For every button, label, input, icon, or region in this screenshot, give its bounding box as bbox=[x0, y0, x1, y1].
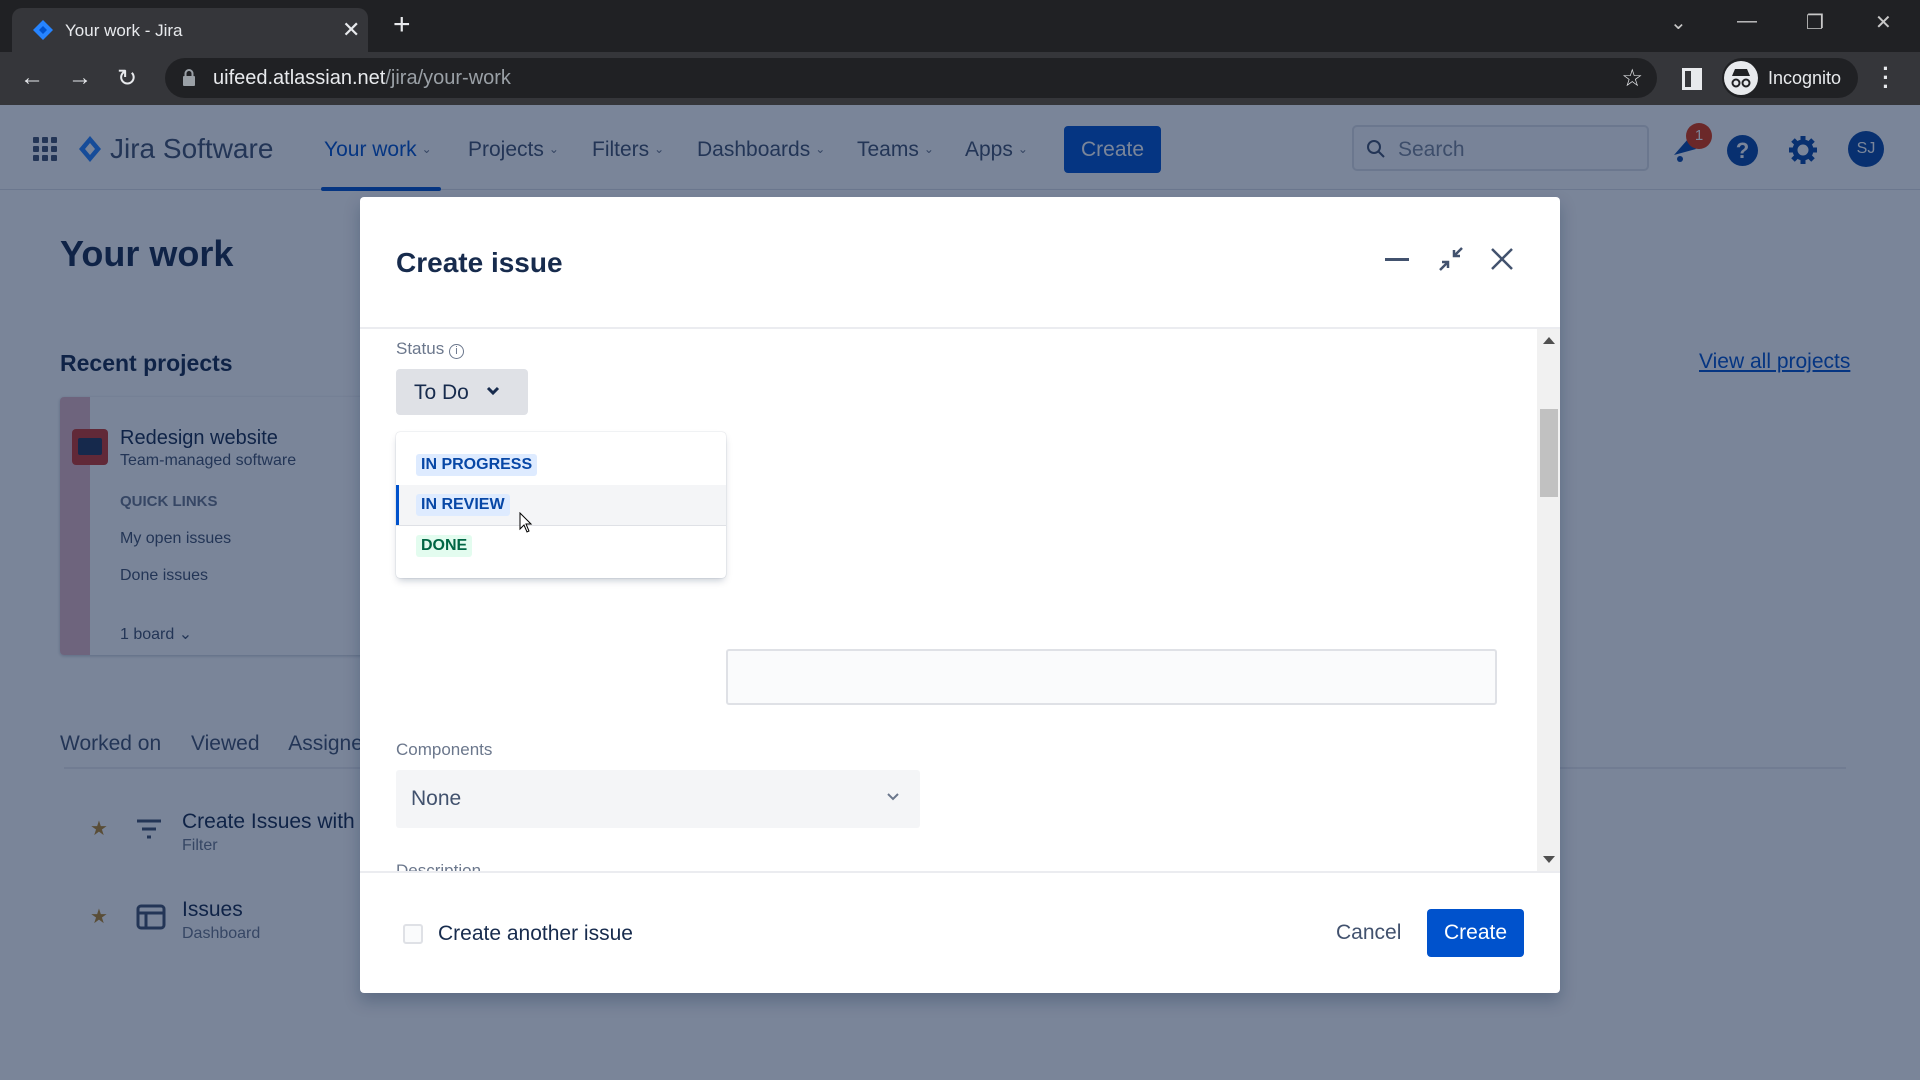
status-label: Status i bbox=[396, 339, 464, 359]
minimize-modal-icon[interactable] bbox=[1385, 257, 1409, 263]
incognito-badge[interactable]: Incognito bbox=[1722, 58, 1858, 98]
create-button[interactable]: Create bbox=[1427, 909, 1524, 957]
close-modal-icon[interactable] bbox=[1490, 247, 1514, 271]
lock-icon bbox=[183, 69, 195, 86]
reload-icon[interactable]: ↻ bbox=[117, 64, 137, 93]
text-field[interactable] bbox=[726, 649, 1497, 705]
info-icon[interactable]: i bbox=[448, 344, 464, 359]
modal-body: Status i To Do Components None Descripti… bbox=[360, 329, 1560, 871]
status-options-menu: IN PROGRESS IN REVIEW DONE bbox=[396, 432, 726, 578]
modal-footer-divider bbox=[360, 871, 1560, 873]
browser-tab[interactable]: Your work - Jira ✕ bbox=[12, 8, 368, 52]
forward-icon[interactable]: → bbox=[68, 64, 92, 92]
status-option-done[interactable]: DONE bbox=[396, 526, 726, 566]
status-option-in-progress[interactable]: IN PROGRESS bbox=[396, 445, 726, 485]
scrollbar-thumb[interactable] bbox=[1540, 409, 1558, 497]
status-option-in-review[interactable]: IN REVIEW bbox=[396, 485, 726, 525]
browser-menu-icon[interactable]: · · · bbox=[1881, 58, 1891, 98]
profile-label: Incognito bbox=[1768, 68, 1842, 88]
browser-tab-bar: Your work - Jira ✕ + ⌄ — ❐ ✕ bbox=[0, 0, 1920, 52]
cancel-button[interactable]: Cancel bbox=[1324, 909, 1413, 957]
tab-close-icon[interactable]: ✕ bbox=[342, 17, 360, 43]
browser-toolbar: ← → ↻ uifeed.atlassian.net/jira/your-wor… bbox=[0, 52, 1920, 105]
status-dropdown[interactable]: To Do bbox=[396, 369, 528, 415]
restore-window-icon[interactable]: ❐ bbox=[1806, 10, 1824, 35]
minimize-window-icon[interactable]: — bbox=[1737, 10, 1757, 33]
side-panel-icon[interactable] bbox=[1682, 68, 1702, 90]
mouse-cursor-icon bbox=[519, 512, 533, 533]
bookmark-star-icon[interactable]: ☆ bbox=[1621, 64, 1643, 93]
create-issue-modal: Create issue Status i To Do Components N… bbox=[360, 197, 1560, 993]
modal-scrollbar[interactable] bbox=[1537, 329, 1560, 871]
components-label: Components bbox=[396, 740, 493, 759]
incognito-icon bbox=[1724, 61, 1758, 95]
new-tab-icon[interactable]: + bbox=[393, 8, 411, 42]
description-label: Description bbox=[396, 861, 482, 871]
collapse-modal-icon[interactable] bbox=[1437, 245, 1465, 273]
jira-favicon-icon bbox=[33, 20, 53, 40]
chevron-down-icon bbox=[486, 386, 500, 396]
back-icon[interactable]: ← bbox=[20, 64, 44, 92]
create-another-checkbox[interactable] bbox=[403, 924, 423, 944]
url-text: uifeed.atlassian.net/jira/your-work bbox=[213, 67, 511, 89]
create-another-label[interactable]: Create another issue bbox=[438, 922, 633, 946]
tab-search-icon[interactable]: ⌄ bbox=[1670, 10, 1687, 35]
modal-title: Create issue bbox=[396, 247, 563, 278]
close-window-icon[interactable]: ✕ bbox=[1875, 10, 1892, 35]
tab-title: Your work - Jira bbox=[65, 21, 183, 40]
address-bar[interactable]: uifeed.atlassian.net/jira/your-work ☆ bbox=[165, 58, 1657, 98]
chevron-down-icon bbox=[887, 793, 899, 801]
scroll-up-icon[interactable] bbox=[1543, 337, 1555, 344]
components-select[interactable]: None bbox=[396, 770, 920, 828]
scroll-down-icon[interactable] bbox=[1543, 856, 1555, 863]
